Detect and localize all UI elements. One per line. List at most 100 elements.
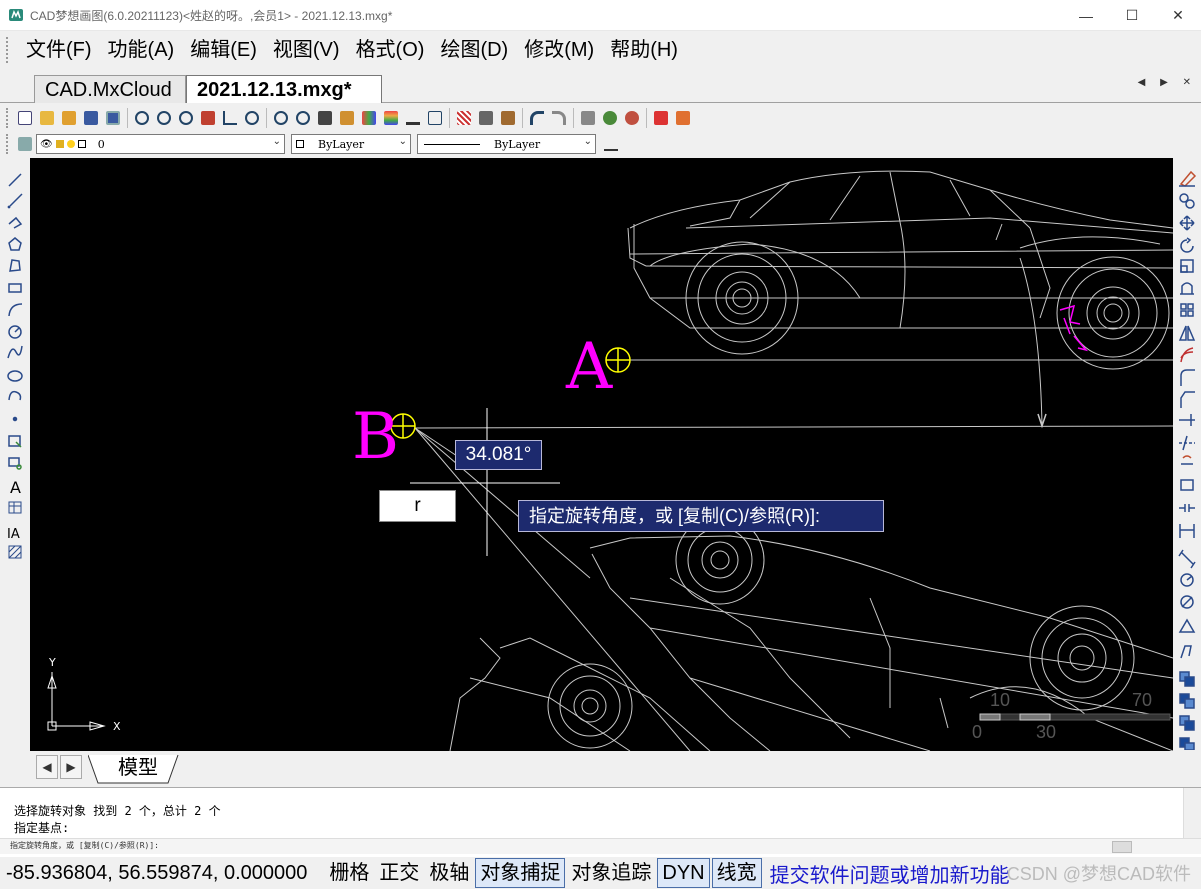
stretch-tool-icon[interactable]	[1180, 282, 1194, 295]
trim-tool-icon[interactable]	[1179, 435, 1195, 451]
ellipse-tool-icon[interactable]	[7, 370, 23, 382]
menu-file[interactable]: 文件(F)	[18, 31, 100, 69]
cut-button[interactable]	[475, 107, 497, 129]
menu-draw[interactable]: 绘图(D)	[432, 31, 516, 69]
zoom-realtime-button[interactable]	[131, 107, 153, 129]
multiline-text-tool-icon[interactable]: IA	[7, 527, 20, 542]
maximize-button[interactable]: ☐	[1109, 0, 1155, 31]
construction-line-tool-icon[interactable]	[7, 193, 23, 209]
rotate-tool-icon[interactable]	[1180, 237, 1194, 253]
text-tool-icon[interactable]: A	[10, 478, 21, 497]
rectangle-tool-icon[interactable]	[8, 283, 22, 293]
draw-order-above-icon[interactable]	[1179, 715, 1195, 731]
save-all-button[interactable]	[102, 107, 124, 129]
scale-tool-icon[interactable]	[1180, 259, 1194, 273]
aligned-dimension-icon[interactable]	[1178, 549, 1196, 569]
dyn-toggle[interactable]: DYN	[657, 858, 710, 888]
line-tool-icon[interactable]	[8, 173, 22, 187]
draw-order-front-icon[interactable]	[1179, 671, 1195, 687]
menu-help[interactable]: 帮助(H)	[602, 31, 686, 69]
tab-navigation[interactable]: ◀ ▶ ✕	[1138, 77, 1197, 88]
make-block-tool-icon[interactable]	[8, 457, 22, 470]
export-pdf-button[interactable]	[650, 107, 672, 129]
feedback-link[interactable]: 提交软件问题或增加新功能	[770, 859, 1010, 888]
hatch-button[interactable]	[453, 107, 475, 129]
linetype-manager-button[interactable]	[600, 133, 622, 155]
paste-button[interactable]	[497, 107, 519, 129]
open-button[interactable]	[36, 107, 58, 129]
minimize-button[interactable]: —	[1063, 0, 1109, 31]
menu-view[interactable]: 视图(V)	[265, 31, 348, 69]
erase-tool-icon[interactable]	[1179, 170, 1197, 187]
menu-edit[interactable]: 编辑(E)	[182, 31, 265, 69]
lineweight-toggle[interactable]: 线宽	[711, 858, 762, 888]
draw-order-back-icon[interactable]	[1179, 693, 1195, 709]
copy-tool-icon[interactable]	[1179, 193, 1195, 209]
layer-select[interactable]: 👁 0 ⌄	[36, 134, 285, 154]
break-tool-icon[interactable]	[1181, 455, 1193, 465]
array-tool-icon[interactable]	[1180, 303, 1194, 317]
chamfer-tool-icon[interactable]	[1180, 391, 1195, 408]
point-tool-icon[interactable]	[12, 416, 18, 422]
tab-cad-mxcloud[interactable]: CAD.MxCloud	[34, 75, 186, 103]
layout-prev-button[interactable]: ◀	[36, 755, 58, 779]
menubar-grip[interactable]	[6, 37, 10, 63]
undo-button[interactable]	[526, 107, 548, 129]
mirror-tool-icon[interactable]	[1178, 325, 1196, 341]
zoom-previous-button[interactable]	[292, 107, 314, 129]
ucs-button[interactable]	[219, 107, 241, 129]
osnap-toggle[interactable]: 对象捕捉	[475, 858, 566, 888]
linetype-select[interactable]: ByLayer ⌄	[417, 134, 596, 154]
print-button[interactable]	[577, 107, 599, 129]
command-input[interactable]: 指定旋转角度，或 [复制(C)/参照(R)]:	[0, 838, 1201, 854]
export-image-button[interactable]	[672, 107, 694, 129]
radius-dimension-icon[interactable]	[1180, 573, 1194, 587]
otrack-toggle[interactable]: 对象追踪	[567, 859, 655, 887]
zoom-in-button[interactable]	[175, 107, 197, 129]
zoom-extents-button[interactable]	[241, 107, 263, 129]
redo-button[interactable]	[548, 107, 570, 129]
render-button[interactable]	[621, 107, 643, 129]
zoom-window-button[interactable]	[270, 107, 292, 129]
color-select[interactable]: ByLayer ⌄	[291, 134, 411, 154]
polygon-tool-icon[interactable]	[8, 237, 22, 251]
zoom-out-button[interactable]	[153, 107, 175, 129]
menu-format[interactable]: 格式(O)	[348, 31, 433, 69]
drawing-canvas[interactable]: Y X A B 34.081° r 指定旋转角度，或 [复制(C)/参照(R)]…	[30, 158, 1173, 751]
move-button[interactable]	[314, 107, 336, 129]
new-button[interactable]	[14, 107, 36, 129]
extend-tool-icon[interactable]	[1179, 414, 1195, 426]
3d-view-button[interactable]	[599, 107, 621, 129]
spline-tool-icon[interactable]	[7, 345, 23, 359]
insert-block-tool-icon[interactable]	[8, 435, 22, 448]
polar-toggle[interactable]: 极轴	[425, 859, 473, 887]
match-properties-button[interactable]	[336, 107, 358, 129]
tab-current-drawing[interactable]: 2021.12.13.mxg*	[186, 75, 382, 103]
save-button[interactable]	[80, 107, 102, 129]
layer-manager-button[interactable]	[380, 107, 402, 129]
irregular-polygon-tool-icon[interactable]	[9, 259, 21, 272]
menu-function[interactable]: 功能(A)	[100, 31, 183, 69]
fillet-tool-icon[interactable]	[1180, 369, 1195, 386]
color-button[interactable]	[358, 107, 380, 129]
table-tool-icon[interactable]	[8, 501, 22, 514]
layout-next-button[interactable]: ▶	[60, 755, 82, 779]
diameter-dimension-icon[interactable]	[1180, 595, 1194, 609]
leader-tool-icon[interactable]	[1180, 645, 1192, 659]
explode-tool-icon[interactable]	[1180, 479, 1194, 491]
command-scrollbar[interactable]	[1183, 788, 1201, 838]
close-button[interactable]: ✕	[1155, 0, 1201, 31]
circle-tool-icon[interactable]	[8, 325, 22, 339]
angular-dimension-icon[interactable]	[1178, 618, 1196, 633]
toolbar-grip[interactable]	[6, 134, 10, 154]
grid-toggle[interactable]: 栅格	[325, 859, 373, 887]
arc-tool-icon[interactable]	[8, 303, 23, 317]
hatch-tool-icon[interactable]	[8, 545, 22, 559]
dynamic-input-field[interactable]: r	[379, 490, 456, 522]
ortho-toggle[interactable]: 正交	[375, 859, 423, 887]
ellipse-arc-tool-icon[interactable]	[8, 390, 22, 401]
open-cloud-button[interactable]	[58, 107, 80, 129]
offset-tool-icon[interactable]	[1180, 347, 1194, 363]
command-scroll-thumb[interactable]	[1112, 841, 1132, 853]
tab-model[interactable]: 模型	[98, 753, 178, 783]
